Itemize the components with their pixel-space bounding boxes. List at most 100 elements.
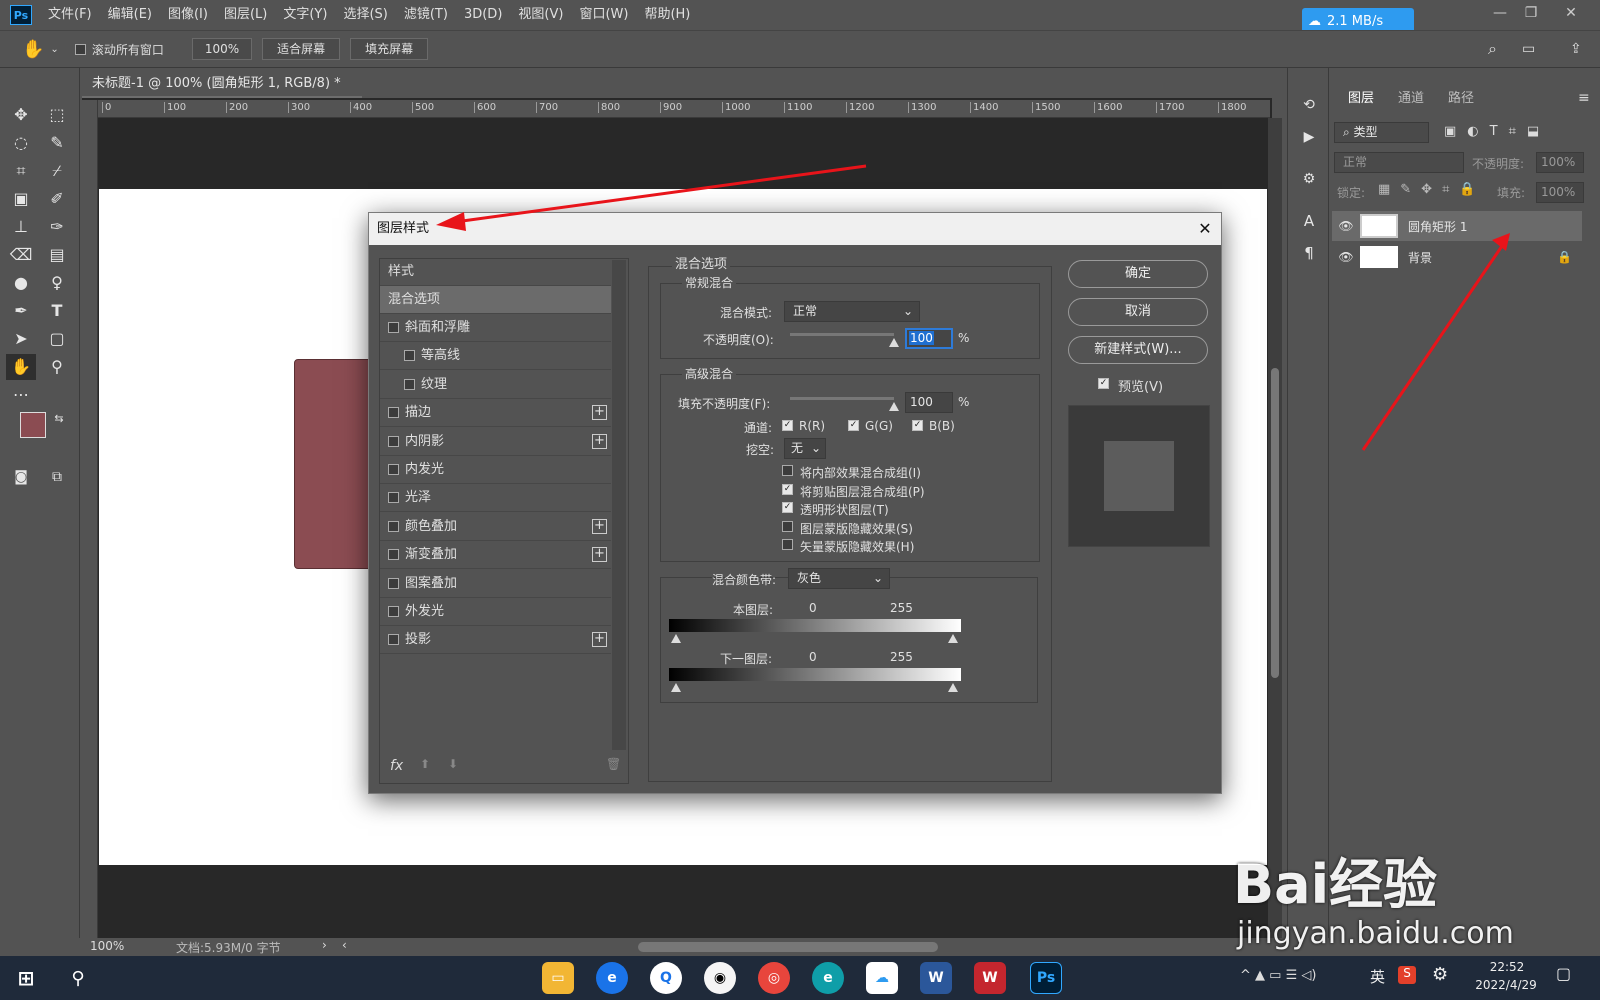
layer-filter-icons[interactable]: ▣◐T⌗⬓ [1444, 124, 1550, 139]
ok-button[interactable]: 确定 [1068, 260, 1208, 288]
vertical-scrollbar[interactable] [1268, 118, 1282, 938]
properties-icon[interactable]: ⚙ [1294, 166, 1324, 192]
qq-icon[interactable]: ◉ [704, 962, 736, 994]
style-checkbox[interactable] [388, 407, 399, 419]
hand-tool-active-icon[interactable]: ✋ [6, 354, 36, 380]
style-item[interactable]: 描边 + [380, 399, 611, 428]
photoshop-taskbar-icon[interactable]: Ps [1030, 962, 1062, 994]
eye-icon[interactable]: 👁 [1332, 250, 1360, 264]
advanced-option-checkbox[interactable] [782, 539, 793, 551]
menu-item[interactable]: 图像(I) [160, 0, 216, 30]
lock-icons[interactable]: ▦✎✥⌗🔒 [1378, 182, 1486, 197]
panel-tab[interactable]: 路径 [1436, 84, 1486, 114]
trash-icon[interactable]: 🗑 [606, 757, 621, 771]
layer-row-rounded-rect[interactable]: 👁 圆角矩形 1 [1332, 211, 1582, 241]
sogou-icon[interactable]: S [1398, 966, 1416, 984]
gradient-tool-icon[interactable]: ▤ [42, 242, 72, 268]
horizontal-scrollbar-thumb[interactable] [638, 942, 938, 952]
quick-select-tool-icon[interactable]: ✎ [42, 130, 72, 156]
layer-fill-field[interactable]: 100% [1536, 182, 1584, 203]
style-item[interactable]: 内发光 [380, 456, 611, 484]
history-panel-icon[interactable]: ⟲ [1294, 92, 1324, 118]
menu-item[interactable]: 视图(V) [510, 0, 571, 30]
chevron-down-icon[interactable]: ⌄ [50, 44, 58, 55]
actions-play-icon[interactable]: ▶ [1294, 124, 1324, 150]
scrollbar-thumb[interactable] [1271, 368, 1279, 678]
add-effect-icon[interactable]: + [592, 547, 607, 563]
style-item[interactable]: 渐变叠加 + [380, 541, 611, 570]
swap-colors-icon[interactable]: ⇆ [44, 406, 74, 432]
panel-tab[interactable]: 通道 [1386, 84, 1436, 114]
layer-row-background[interactable]: 👁 背景 🔒 [1332, 242, 1582, 272]
style-item[interactable]: 投影 + [380, 626, 611, 655]
menu-item[interactable]: 图层(L) [216, 0, 275, 30]
channel-g-checkbox[interactable]: ✓ [848, 420, 859, 431]
healing-tool-icon[interactable]: ▣ [6, 186, 36, 212]
knockout-select[interactable]: 无 ⌄ [784, 438, 826, 459]
style-checkbox[interactable] [404, 350, 415, 362]
advanced-option-checkbox[interactable] [782, 520, 793, 532]
browser-e-icon[interactable]: e [596, 962, 628, 994]
style-checkbox[interactable] [388, 492, 399, 504]
chevron-left-icon[interactable]: ‹ [342, 938, 347, 952]
character-panel-icon[interactable]: A [1294, 208, 1324, 234]
path-select-tool-icon[interactable]: ➤ [6, 326, 36, 352]
menu-item[interactable]: 编辑(E) [100, 0, 160, 30]
eye-icon[interactable]: 👁 [1332, 219, 1360, 233]
style-checkbox[interactable] [388, 435, 399, 447]
blend-if-select[interactable]: 灰色 ⌄ [788, 568, 890, 589]
styles-header[interactable]: 样式 [380, 258, 611, 286]
menu-item[interactable]: 窗口(W) [571, 0, 636, 30]
share-icon[interactable]: ⇪ [1570, 41, 1582, 57]
panel-tab[interactable]: 图层 [1336, 84, 1387, 114]
fill-opacity-input[interactable]: 100 [905, 392, 953, 413]
channel-r-checkbox[interactable]: ✓ [782, 420, 793, 431]
panel-menu-icon[interactable]: ≡ [1578, 90, 1590, 106]
lasso-tool-icon[interactable]: ◌ [6, 130, 36, 156]
paragraph-panel-icon[interactable]: ¶ [1294, 240, 1324, 266]
shape-tool-icon[interactable]: ▢ [42, 326, 72, 352]
style-item[interactable]: 外发光 [380, 598, 611, 626]
style-item[interactable]: 等高线 [380, 342, 611, 371]
advanced-option-checkbox[interactable] [782, 465, 793, 476]
zoom-tool-icon[interactable]: ⚲ [42, 354, 72, 380]
cancel-button[interactable]: 取消 [1068, 298, 1208, 326]
clock-date[interactable]: 2022/4/29 [1466, 978, 1546, 992]
foreground-color-swatch[interactable] [20, 412, 46, 438]
search-icon[interactable]: ⌕ [1488, 39, 1497, 59]
qq-browser-icon[interactable]: Q [650, 962, 682, 994]
blend-options-item[interactable]: 混合选项 [380, 286, 611, 314]
eyedropper-tool-icon[interactable]: ⌿ [42, 158, 72, 184]
menu-item[interactable]: 帮助(H) [636, 0, 698, 30]
zoom-field[interactable]: 100% [191, 38, 253, 60]
quick-mask-icon[interactable]: ◙ [6, 464, 36, 490]
this-layer-white-slider[interactable] [948, 634, 958, 643]
style-item[interactable]: 内阴影 + [380, 428, 611, 456]
stamp-tool-icon[interactable]: ⊥ [6, 214, 36, 240]
opacity-slider-thumb[interactable] [889, 338, 899, 347]
layer-filter-select[interactable]: ⌕ 类型 [1334, 122, 1429, 143]
fx-icon[interactable]: fx [390, 758, 403, 774]
menu-item[interactable]: 文字(Y) [275, 0, 335, 30]
style-item[interactable]: 图案叠加 [380, 570, 611, 598]
windows-start-icon[interactable]: ⊞ [10, 962, 42, 994]
this-layer-black-slider[interactable] [671, 634, 681, 643]
fill-slider-thumb[interactable] [889, 402, 899, 411]
layer-opacity-field[interactable]: 100% [1536, 152, 1584, 173]
style-item[interactable]: 斜面和浮雕 [380, 314, 611, 342]
channel-b-checkbox[interactable]: ✓ [912, 420, 923, 431]
style-item[interactable]: 纹理 [380, 371, 611, 399]
chevron-right-icon[interactable]: › [322, 938, 327, 952]
settings-gear-icon[interactable]: ⚙ [1432, 964, 1448, 985]
menu-item[interactable]: 选择(S) [335, 0, 395, 30]
fit-screen-button[interactable]: 适合屏幕 [262, 38, 341, 60]
restore-button[interactable]: ❐ [1516, 2, 1546, 24]
style-item[interactable]: 光泽 [380, 484, 611, 513]
layer-blend-mode-select[interactable]: 正常 [1334, 152, 1464, 173]
style-checkbox[interactable] [388, 520, 399, 532]
style-checkbox[interactable] [388, 549, 399, 561]
fill-screen-button[interactable]: 填充屏幕 [350, 38, 429, 60]
baidu-netdisk-icon[interactable]: ☁ [866, 962, 898, 994]
styles-list-scrollbar[interactable] [612, 260, 626, 750]
add-effect-icon[interactable]: + [592, 433, 607, 449]
